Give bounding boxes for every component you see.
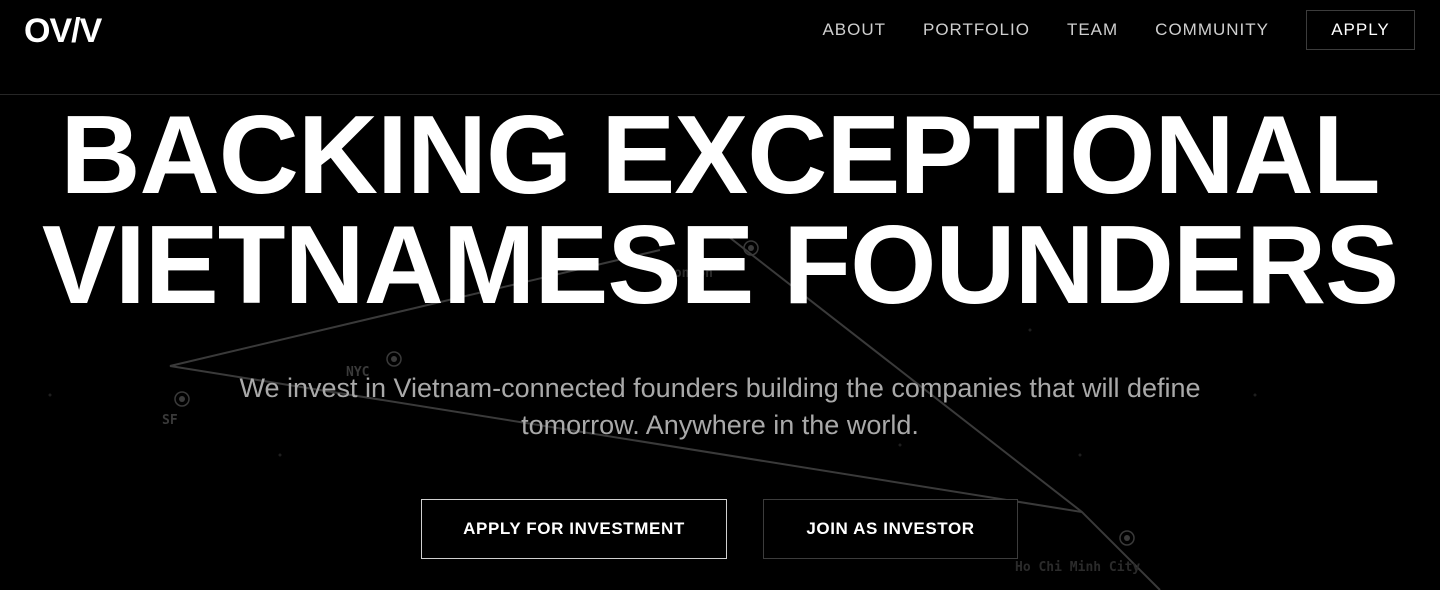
join-as-investor-button[interactable]: JOIN AS INVESTOR	[763, 499, 1018, 559]
page: SF NYC London Ho Chi Minh City OV/V ABOU…	[0, 0, 1440, 590]
site-header: OV/V ABOUT PORTFOLIO TEAM COMMUNITY APPL…	[0, 0, 1440, 95]
nav-link-community[interactable]: COMMUNITY	[1155, 20, 1269, 40]
hero-title-line: BACKING EXCEPTIONAL	[60, 93, 1380, 217]
apply-button[interactable]: APPLY	[1306, 10, 1415, 50]
hero-subtitle: We invest in Vietnam-connected founders …	[239, 373, 1201, 440]
hero-title: BACKING EXCEPTIONAL VIETNAMESE FOUNDERS	[0, 93, 1440, 327]
city-label: SF	[162, 413, 178, 428]
nav-link-about[interactable]: ABOUT	[822, 20, 886, 40]
hero-title-line: VIETNAMESE FOUNDERS	[41, 203, 1399, 327]
main-nav: ABOUT PORTFOLIO TEAM COMMUNITY APPLY	[822, 9, 1415, 51]
city-marker-sf: SF	[162, 391, 190, 428]
nav-link-portfolio[interactable]: PORTFOLIO	[923, 20, 1030, 40]
nav-link-team[interactable]: TEAM	[1067, 20, 1118, 40]
city-label: Ho Chi Minh City	[1015, 560, 1140, 575]
site-logo[interactable]: OV/V	[24, 11, 102, 51]
apply-for-investment-button[interactable]: APPLY FOR INVESTMENT	[421, 499, 727, 559]
